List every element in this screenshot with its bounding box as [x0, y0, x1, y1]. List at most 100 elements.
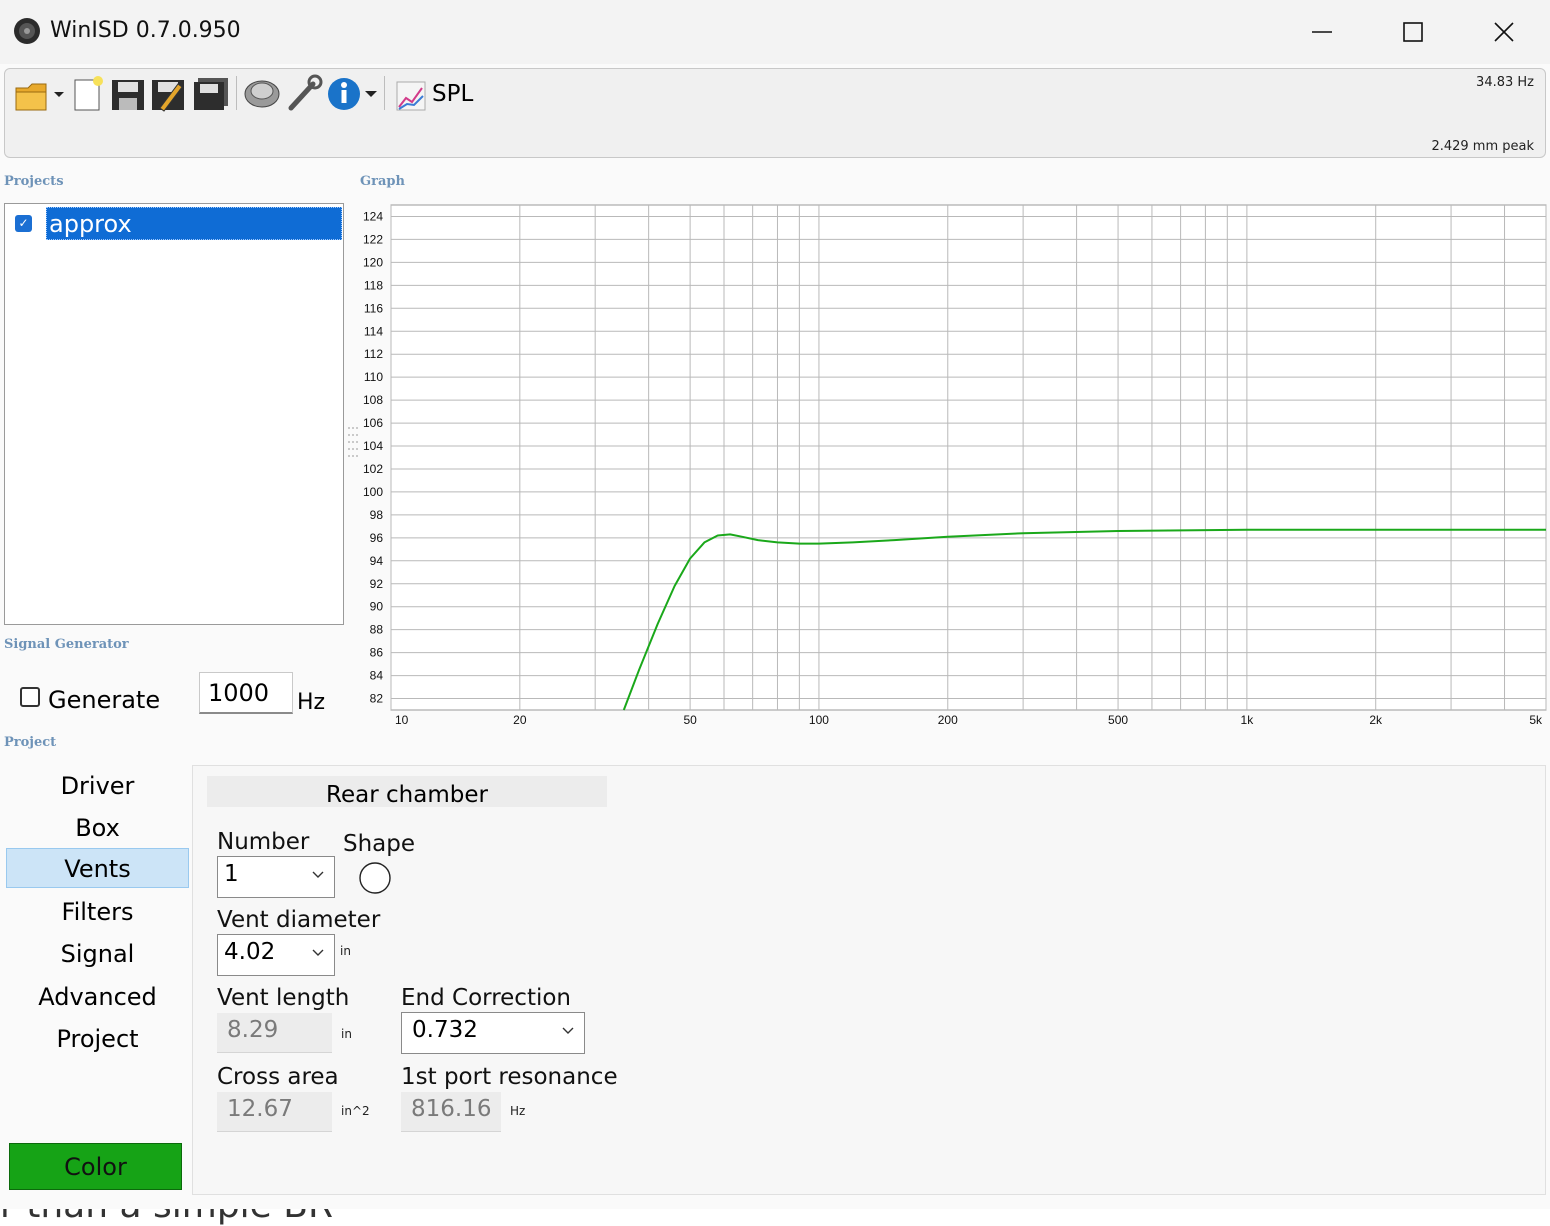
open-project-button[interactable] [14, 74, 66, 114]
generator-frequency-unit: Hz [297, 690, 326, 715]
y-tick-label: 92 [370, 577, 384, 591]
nav-driver[interactable]: Driver [6, 766, 189, 806]
end-correction-label: End Correction [401, 985, 572, 1011]
wrench-icon [288, 74, 323, 111]
x-tick-label: 1k [1241, 713, 1255, 727]
vent-diameter-select[interactable]: 4.02 [217, 934, 335, 976]
vent-number-value: 1 [224, 861, 239, 887]
plot-area [390, 204, 1547, 711]
vent-length-unit: in [341, 1027, 352, 1041]
close-button[interactable] [1458, 0, 1550, 64]
maximize-icon [1403, 22, 1423, 42]
x-tick-label: 500 [1108, 713, 1128, 727]
vents-panel [192, 765, 1546, 1195]
maximize-button[interactable] [1367, 0, 1459, 64]
save-button[interactable] [110, 74, 146, 114]
nav-signal[interactable]: Signal [6, 934, 189, 974]
y-tick-label: 98 [370, 508, 384, 522]
generator-frequency-input[interactable] [199, 672, 293, 714]
chevron-down-icon [312, 871, 324, 878]
circle-shape-icon[interactable] [358, 861, 392, 899]
x-tick-label: 100 [809, 713, 829, 727]
nav-advanced[interactable]: Advanced [6, 977, 189, 1017]
save-all-button[interactable] [192, 74, 230, 114]
window-title: WinISD 0.7.0.950 [50, 18, 241, 43]
x-tick-label: 200 [938, 713, 958, 727]
port-resonance-unit: Hz [510, 1104, 526, 1118]
save-all-icon [194, 78, 228, 110]
y-tick-label: 110 [364, 370, 383, 384]
vent-diameter-unit: in [340, 944, 351, 958]
y-tick-label: 86 [370, 646, 384, 660]
x-tick-label: 2k [1369, 713, 1383, 727]
y-tick-label: 94 [370, 554, 384, 568]
toolbar-separator [384, 76, 385, 110]
y-tick-label: 96 [370, 531, 384, 545]
excursion-readout: 2.429 mm peak [1431, 139, 1534, 154]
signal-generator-group-label: Signal Generator [4, 637, 129, 652]
y-tick-label: 116 [364, 301, 383, 315]
y-tick-label: 82 [370, 692, 384, 706]
nav-filters[interactable]: Filters [6, 892, 189, 932]
vent-number-select[interactable]: 1 [217, 856, 335, 898]
cross-area-label: Cross area [217, 1064, 339, 1090]
info-icon [328, 78, 377, 110]
line-chart-icon [396, 81, 426, 111]
spl-graph[interactable]: 82 84 86 88 90 92 94 96 98 100 102 104 106 108 110 112 1… [355, 200, 1548, 732]
color-button[interactable]: Color [9, 1143, 182, 1190]
info-button[interactable] [326, 74, 380, 114]
x-tick-label: 10 [395, 713, 409, 727]
minimize-icon [1312, 31, 1332, 33]
driver-button[interactable] [243, 74, 281, 114]
title-bar: WinISD 0.7.0.950 [0, 0, 1550, 64]
y-tick-label: 122 [363, 232, 383, 246]
save-as-icon [152, 80, 184, 112]
new-project-button[interactable] [72, 74, 104, 114]
project-group-label: Project [4, 735, 57, 750]
toolbar-separator [236, 76, 237, 110]
nav-box[interactable]: Box [6, 808, 189, 848]
generate-label: Generate [48, 686, 161, 714]
y-tick-label: 100 [363, 485, 383, 499]
vent-length-label: Vent length [217, 985, 350, 1011]
y-tick-label: 106 [363, 416, 383, 430]
frequency-readout: 34.83 Hz [1476, 75, 1534, 90]
y-tick-label: 112 [364, 347, 383, 361]
graph-type-label: SPL [432, 81, 474, 107]
chevron-down-icon [562, 1027, 574, 1034]
save-as-button[interactable] [150, 74, 188, 114]
folder-open-icon [15, 83, 64, 111]
x-tick-label: 20 [513, 713, 527, 727]
end-correction-select[interactable]: 0.732 [401, 1012, 585, 1054]
tools-button[interactable] [285, 74, 323, 114]
projects-group-label: Projects [4, 174, 64, 189]
nav-vents[interactable]: Vents [6, 848, 189, 888]
winisd-window: WinISD 0.7.0.950 SPL 34.83 Hz 2.429 mm p… [0, 0, 1550, 1209]
number-label: Number [217, 829, 310, 855]
projects-list [4, 203, 344, 625]
x-tick-label: 5k [1529, 713, 1543, 727]
graph-group-label: Graph [360, 174, 405, 189]
project-item[interactable]: approx [46, 207, 342, 240]
project-checkbox[interactable]: ✓ [15, 215, 32, 232]
y-tick-label: 104 [363, 439, 383, 453]
port-resonance-field: 816.16 [401, 1092, 501, 1132]
generate-checkbox[interactable] [20, 687, 40, 707]
splitter-handle[interactable] [346, 425, 360, 459]
minimize-button[interactable] [1276, 0, 1368, 64]
chevron-down-icon [312, 949, 324, 956]
shape-label: Shape [343, 831, 416, 857]
port-resonance-label: 1st port resonance [401, 1064, 618, 1090]
spl-graph-button[interactable]: SPL [394, 74, 473, 114]
tab-rear-chamber[interactable]: Rear chamber [207, 776, 607, 808]
y-tick-label: 124 [363, 209, 383, 223]
y-tick-label: 88 [370, 623, 384, 637]
x-tick-label: 50 [683, 713, 697, 727]
close-icon [1494, 22, 1514, 42]
y-tick-label: 102 [363, 462, 383, 476]
nav-project[interactable]: Project [6, 1019, 189, 1059]
y-tick-label: 118 [364, 278, 383, 292]
y-tick-label: 84 [370, 669, 384, 683]
y-tick-label: 120 [363, 255, 383, 269]
y-tick-label: 114 [364, 324, 383, 338]
